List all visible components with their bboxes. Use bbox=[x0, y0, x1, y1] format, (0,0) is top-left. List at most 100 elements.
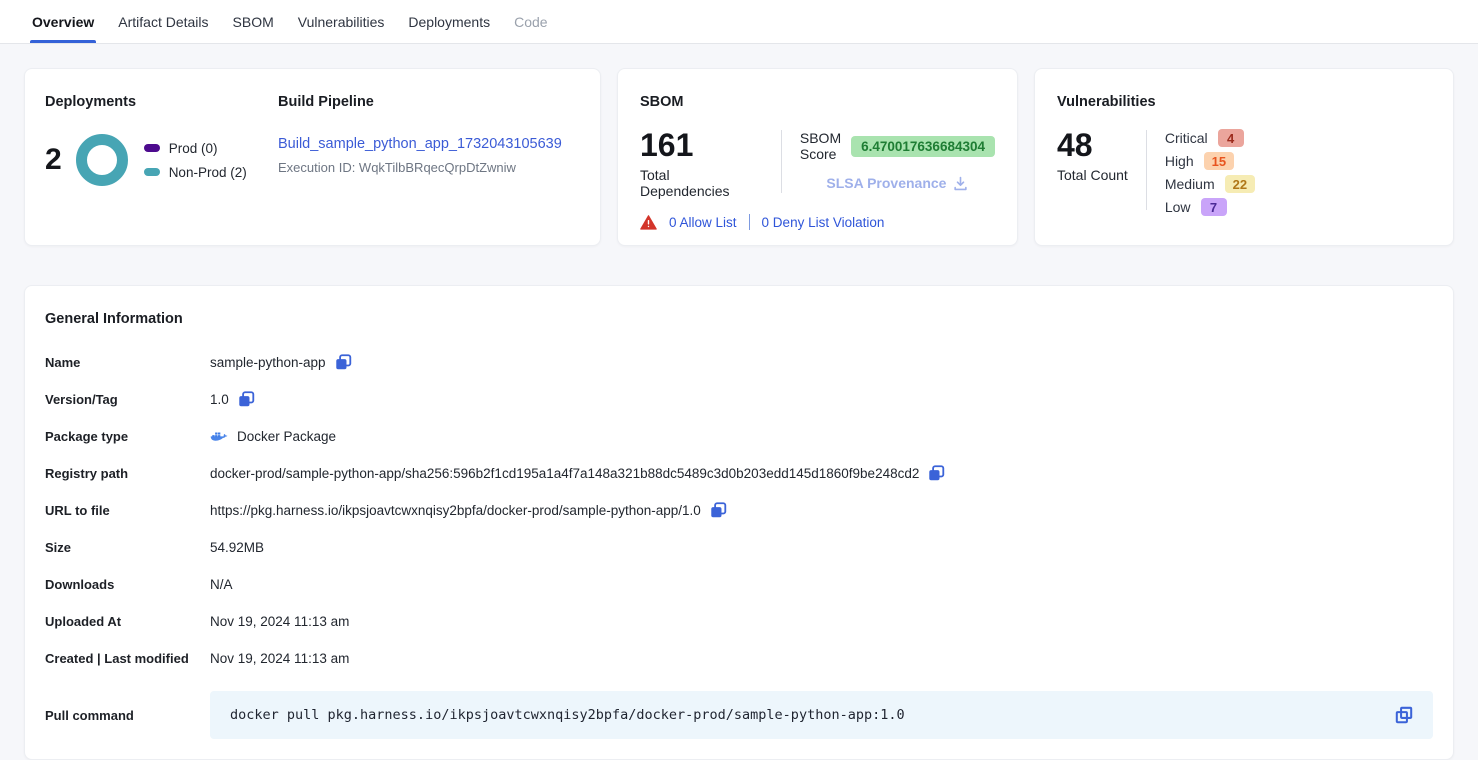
nonprod-label: Non-Prod (2) bbox=[169, 165, 247, 180]
vulnerabilities-total-label: Total Count bbox=[1057, 167, 1128, 183]
sbom-total-count: 161 bbox=[640, 128, 763, 163]
severity-count-badge: 22 bbox=[1225, 175, 1255, 193]
general-information-title: General Information bbox=[45, 311, 1433, 327]
deployments-legend: Prod (0) Non-Prod (2) bbox=[144, 141, 247, 180]
tab-bar: Overview Artifact Details SBOM Vulnerabi… bbox=[0, 0, 1478, 44]
sbom-title: SBOM bbox=[640, 94, 995, 110]
info-label: Package type bbox=[45, 429, 210, 444]
slsa-provenance-button[interactable]: SLSA Provenance bbox=[800, 175, 995, 191]
copy-icon[interactable] bbox=[238, 391, 255, 408]
warning-triangle-icon bbox=[640, 215, 657, 230]
vulnerabilities-total-count: 48 bbox=[1057, 128, 1128, 163]
legend-item-prod: Prod (0) bbox=[144, 141, 247, 156]
info-row-size: Size 54.92MB bbox=[45, 537, 1433, 558]
tab-code: Code bbox=[514, 0, 547, 43]
sbom-score-badge: 6.470017636684304 bbox=[851, 136, 995, 157]
copy-outline-icon[interactable] bbox=[1395, 706, 1413, 724]
info-row-package-type: Package type Docker Package bbox=[45, 426, 1433, 447]
info-label: Pull command bbox=[45, 708, 210, 723]
info-row-created-modified: Created | Last modified Nov 19, 2024 11:… bbox=[45, 648, 1433, 669]
sbom-divider bbox=[781, 130, 782, 193]
created-modified-value: Nov 19, 2024 11:13 am bbox=[210, 651, 349, 666]
vulnerabilities-divider bbox=[1146, 130, 1147, 210]
download-icon bbox=[953, 176, 968, 191]
severity-label: Low bbox=[1165, 199, 1191, 215]
sbom-card: SBOM 161 Total Dependencies SBOM Score 6… bbox=[617, 68, 1018, 246]
tab-sbom[interactable]: SBOM bbox=[233, 0, 274, 43]
pipeline-link[interactable]: Build_sample_python_app_1732043105639 bbox=[278, 136, 562, 152]
sbom-score-label: SBOM Score bbox=[800, 130, 841, 162]
sbom-totals: 161 Total Dependencies bbox=[640, 128, 763, 199]
tab-deployments[interactable]: Deployments bbox=[408, 0, 490, 43]
summary-cards-row: Deployments 2 Prod (0) Non-Prod (2) bbox=[24, 68, 1454, 246]
severity-label: High bbox=[1165, 153, 1194, 169]
build-pipeline-section: Build Pipeline Build_sample_python_app_1… bbox=[277, 94, 580, 220]
tab-overview[interactable]: Overview bbox=[32, 0, 94, 43]
vulnerabilities-totals: 48 Total Count bbox=[1057, 128, 1128, 216]
severity-row-critical: Critical 4 bbox=[1165, 129, 1255, 147]
tab-artifact-details[interactable]: Artifact Details bbox=[118, 0, 208, 43]
url-to-file-value: https://pkg.harness.io/ikpsjoavtcwxnqisy… bbox=[210, 503, 701, 518]
links-divider bbox=[749, 214, 750, 230]
info-row-url: URL to file https://pkg.harness.io/ikpsj… bbox=[45, 500, 1433, 521]
slsa-provenance-label: SLSA Provenance bbox=[826, 175, 946, 191]
downloads-value: N/A bbox=[210, 577, 233, 592]
version-tag-value: 1.0 bbox=[210, 392, 229, 407]
sbom-score-row: SBOM Score 6.470017636684304 bbox=[800, 130, 995, 162]
sbom-body: 161 Total Dependencies SBOM Score 6.4700… bbox=[640, 128, 995, 199]
info-label: URL to file bbox=[45, 503, 210, 518]
info-label: Downloads bbox=[45, 577, 210, 592]
info-row-version: Version/Tag 1.0 bbox=[45, 389, 1433, 410]
deployments-donut-chart bbox=[76, 134, 128, 186]
info-row-registry-path: Registry path docker-prod/sample-python-… bbox=[45, 463, 1433, 484]
prod-label: Prod (0) bbox=[169, 141, 218, 156]
info-label: Size bbox=[45, 540, 210, 555]
severity-row-high: High 15 bbox=[1165, 152, 1255, 170]
severity-label: Medium bbox=[1165, 176, 1215, 192]
info-row-name: Name sample-python-app bbox=[45, 352, 1433, 373]
pull-command-text: docker pull pkg.harness.io/ikpsjoavtcwxn… bbox=[230, 707, 905, 723]
severity-row-low: Low 7 bbox=[1165, 198, 1255, 216]
info-label: Registry path bbox=[45, 466, 210, 481]
info-label: Version/Tag bbox=[45, 392, 210, 407]
docker-whale-icon bbox=[210, 430, 228, 444]
sbom-policy-links: 0 Allow List 0 Deny List Violation bbox=[640, 214, 995, 230]
build-pipeline-title: Build Pipeline bbox=[278, 94, 580, 110]
deployments-card: Deployments 2 Prod (0) Non-Prod (2) bbox=[24, 68, 601, 246]
deployments-section: Deployments 2 Prod (0) Non-Prod (2) bbox=[45, 94, 277, 220]
tab-vulnerabilities[interactable]: Vulnerabilities bbox=[298, 0, 385, 43]
info-label: Uploaded At bbox=[45, 614, 210, 629]
severity-count-badge: 7 bbox=[1201, 198, 1227, 216]
severity-count-badge: 4 bbox=[1218, 129, 1244, 147]
prod-swatch bbox=[144, 144, 160, 152]
severity-label: Critical bbox=[1165, 130, 1208, 146]
deployments-total-count: 2 bbox=[45, 143, 62, 177]
registry-path-value: docker-prod/sample-python-app/sha256:596… bbox=[210, 466, 919, 481]
vulnerabilities-title: Vulnerabilities bbox=[1057, 94, 1431, 110]
vulnerabilities-body: 48 Total Count Critical 4 High 15 Medium bbox=[1057, 128, 1431, 216]
size-value: 54.92MB bbox=[210, 540, 264, 555]
legend-item-nonprod: Non-Prod (2) bbox=[144, 165, 247, 180]
package-type-value: Docker Package bbox=[237, 429, 336, 444]
copy-icon[interactable] bbox=[710, 502, 727, 519]
copy-icon[interactable] bbox=[928, 465, 945, 482]
info-label: Name bbox=[45, 355, 210, 370]
deployments-body: 2 Prod (0) Non-Prod (2) bbox=[45, 134, 277, 186]
info-row-uploaded-at: Uploaded At Nov 19, 2024 11:13 am bbox=[45, 611, 1433, 632]
info-row-pull-command: Pull command docker pull pkg.harness.io/… bbox=[45, 691, 1433, 739]
info-label: Created | Last modified bbox=[45, 651, 210, 666]
severity-row-medium: Medium 22 bbox=[1165, 175, 1255, 193]
info-row-downloads: Downloads N/A bbox=[45, 574, 1433, 595]
severity-list: Critical 4 High 15 Medium 22 Low 7 bbox=[1165, 128, 1255, 216]
execution-id: Execution ID: WqkTilbBRqecQrpDtZwniw bbox=[278, 160, 580, 175]
page-content: Deployments 2 Prod (0) Non-Prod (2) bbox=[0, 44, 1478, 760]
sbom-score-section: SBOM Score 6.470017636684304 SLSA Proven… bbox=[800, 128, 995, 199]
deny-list-violation-link[interactable]: 0 Deny List Violation bbox=[762, 215, 885, 230]
allow-list-link[interactable]: 0 Allow List bbox=[669, 215, 737, 230]
nonprod-swatch bbox=[144, 168, 160, 176]
copy-icon[interactable] bbox=[335, 354, 352, 371]
general-information-card: General Information Name sample-python-a… bbox=[24, 285, 1454, 760]
severity-count-badge: 15 bbox=[1204, 152, 1234, 170]
sbom-total-label: Total Dependencies bbox=[640, 167, 763, 199]
pull-command-block: docker pull pkg.harness.io/ikpsjoavtcwxn… bbox=[210, 691, 1433, 739]
